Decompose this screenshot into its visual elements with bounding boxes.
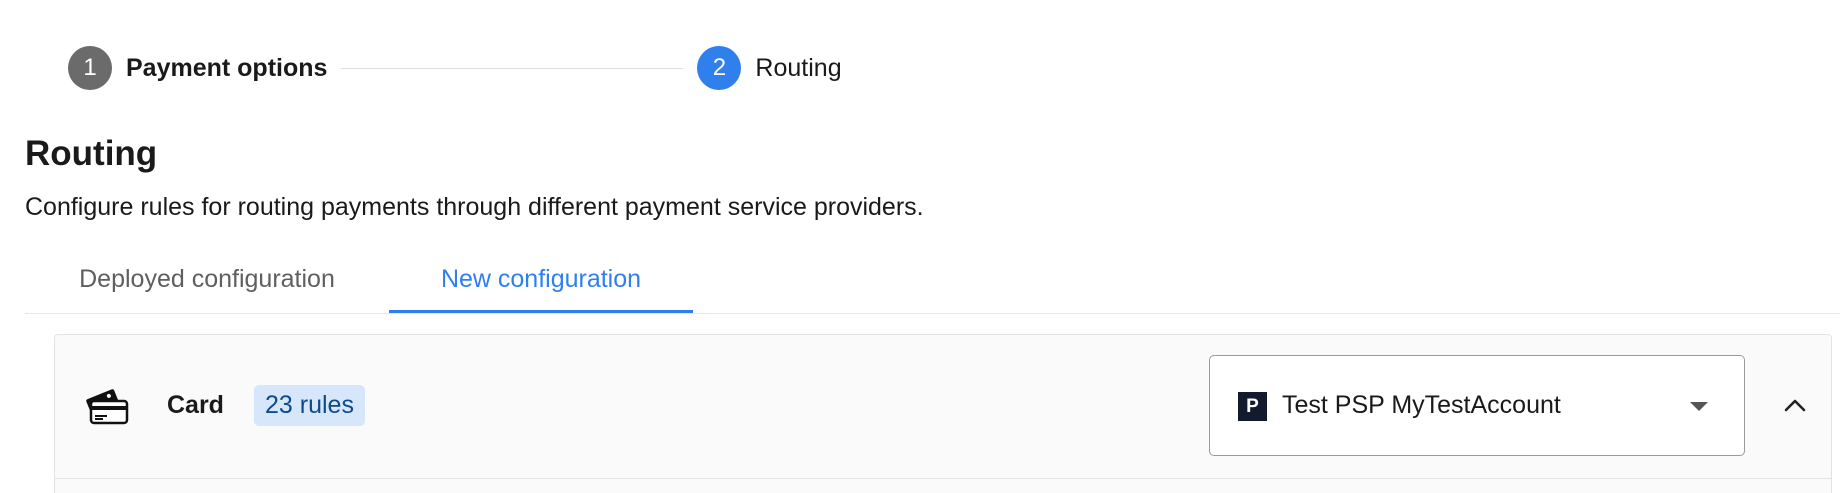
step-connector bbox=[341, 67, 684, 69]
tab-deployed-configuration[interactable]: Deployed configuration bbox=[25, 248, 389, 311]
credit-card-icon bbox=[86, 389, 129, 425]
routing-page: 1 Payment options 2 Routing Routing Conf… bbox=[0, 0, 1840, 493]
collapse-button[interactable] bbox=[1777, 387, 1813, 423]
stepper: 1 Payment options 2 Routing bbox=[68, 46, 842, 90]
payment-method-panel: Card 23 rules P Test PSP MyTestAccount bbox=[54, 334, 1832, 493]
psp-logo: P bbox=[1238, 392, 1267, 421]
config-tabs: Deployed configuration New configuration bbox=[25, 248, 1840, 314]
step-label: Payment options bbox=[126, 53, 328, 82]
psp-select[interactable]: P Test PSP MyTestAccount bbox=[1209, 355, 1745, 456]
chevron-up-icon bbox=[1784, 399, 1806, 412]
page-subtitle: Configure rules for routing payments thr… bbox=[25, 193, 924, 221]
tab-new-configuration[interactable]: New configuration bbox=[389, 248, 693, 313]
rules-count-badge: 23 rules bbox=[254, 385, 365, 426]
step-payment-options[interactable]: 1 Payment options bbox=[68, 46, 327, 90]
step-routing[interactable]: 2 Routing bbox=[697, 46, 842, 90]
psp-select-value: Test PSP MyTestAccount bbox=[1282, 391, 1561, 419]
page-title: Routing bbox=[25, 134, 158, 173]
step-label: Routing bbox=[755, 53, 842, 82]
caret-down-icon bbox=[1690, 402, 1708, 411]
payment-method-label: Card bbox=[167, 391, 224, 419]
step-number-badge: 1 bbox=[68, 46, 112, 90]
step-number-badge: 2 bbox=[697, 46, 742, 90]
payment-method-header: Card 23 rules P Test PSP MyTestAccount bbox=[55, 335, 1831, 479]
